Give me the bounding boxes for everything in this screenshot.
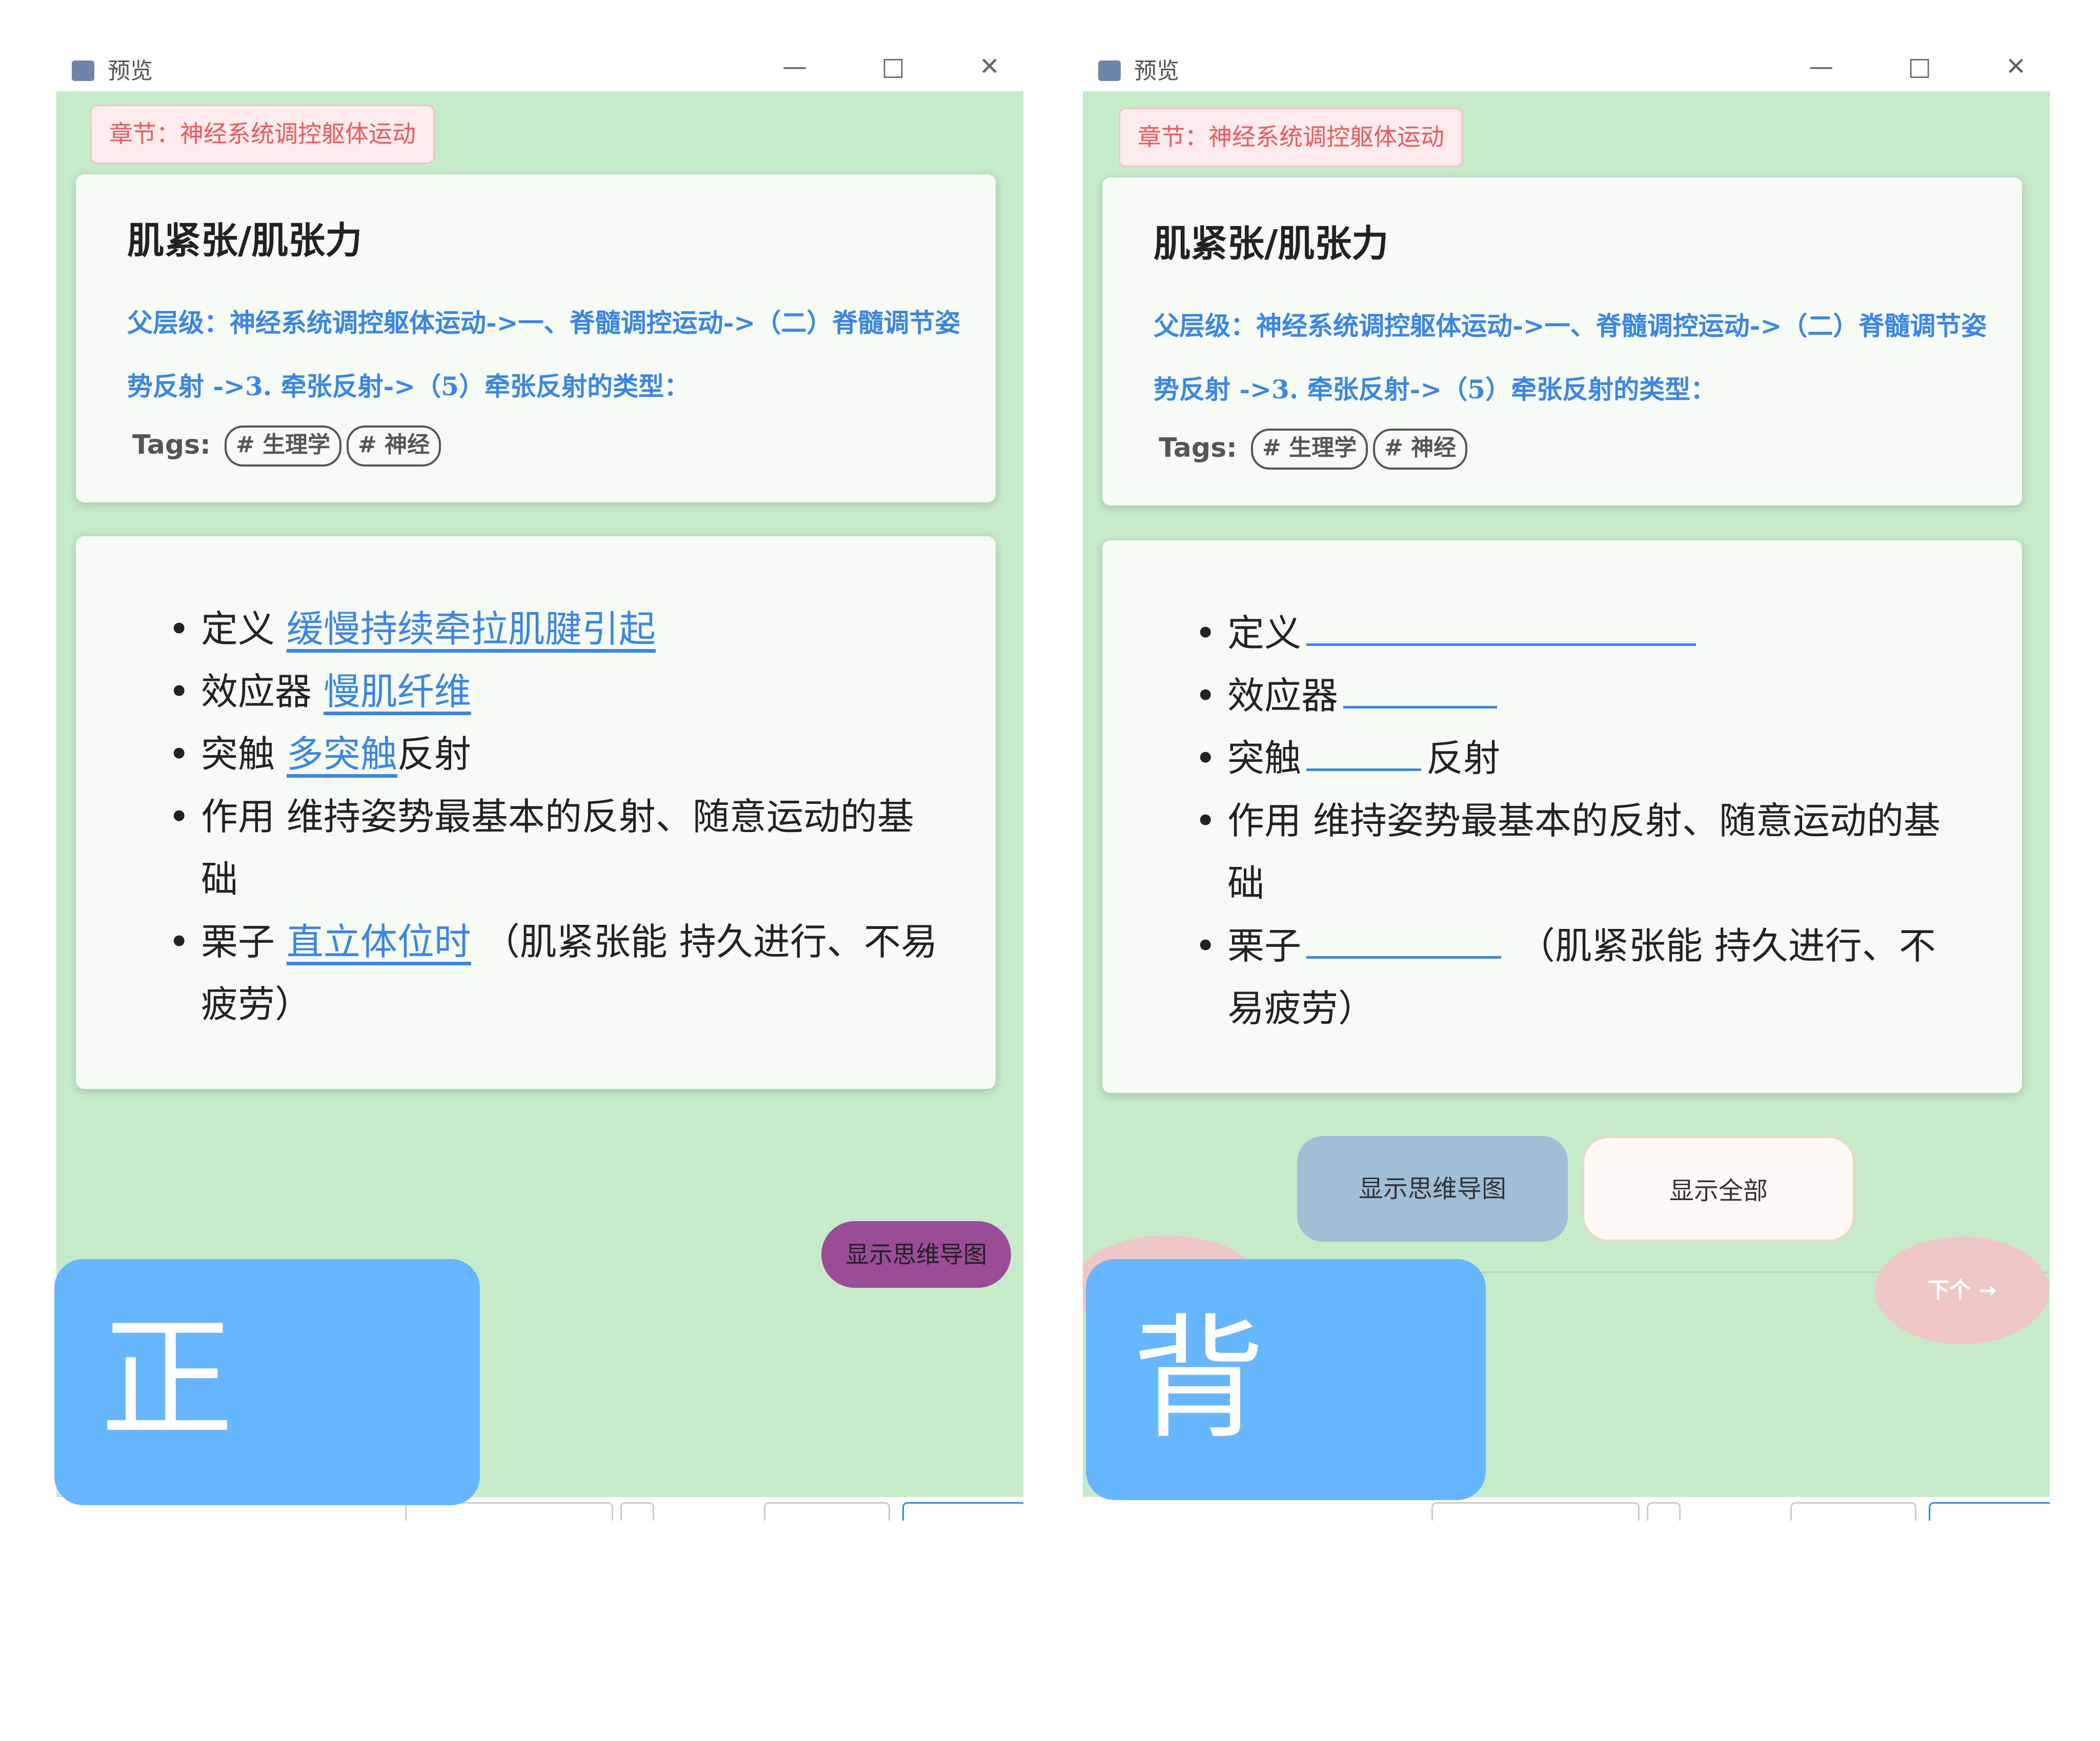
maximize-icon[interactable]: □ [1899, 56, 1940, 91]
answer-text[interactable]: 多突触 [287, 733, 397, 776]
item-suffix: 反射 [397, 733, 471, 776]
item-label: 作用 [201, 795, 275, 838]
item-label: 突触 [1227, 737, 1302, 780]
list-item: • 效应器 [1195, 664, 1969, 727]
maximize-icon[interactable]: □ [873, 56, 914, 91]
parent-prefix: 父层级： [127, 308, 230, 338]
header-card: 肌紧张/肌张力 父层级：神经系统调控躯体运动->一、脊髓调控运动->（二）脊髓调… [1102, 177, 2022, 505]
content-list: • 定义 缓慢持续牵拉肌腱引起 • 效应器 慢肌纤维 • 突触 多突触反射 • 作用 维… [168, 598, 942, 1036]
back-overlay-label: 背面： [1086, 1259, 1486, 1698]
item-label: 定义 [201, 608, 275, 651]
card-title: 肌紧张/肌张力 [1154, 222, 1389, 265]
bottom-button[interactable] [764, 1502, 890, 1521]
header-card: 肌紧张/肌张力 父层级：神经系统调控躯体运动->一、脊髓调控运动->（二）脊髓调… [76, 174, 996, 502]
front-overlay-label: 正面： [54, 1259, 480, 1698]
show-all-button[interactable]: 显示全部 [1582, 1136, 1855, 1242]
chapter-badge: 章节：神经系统调控躯体运动 [1119, 108, 1463, 167]
close-icon[interactable]: ✕ [1995, 56, 2036, 91]
tags-label: Tags: [1159, 433, 1237, 463]
app-icon [1098, 60, 1121, 81]
show-mindmap-button[interactable]: 显示思维导图 [821, 1221, 1011, 1288]
answer-blank[interactable] [1343, 670, 1498, 708]
tag-physiology[interactable]: # 生理学 [1251, 429, 1368, 470]
tag-neuro[interactable]: # 神经 [1373, 429, 1468, 470]
app-icon [72, 60, 94, 81]
parent-path: 父层级：神经系统调控躯体运动->一、脊髓调控运动->（二）脊髓调节姿势反射 ->… [127, 291, 968, 418]
item-suffix: 反射 [1426, 737, 1501, 780]
content-card: • 定义 • 效应器 • 突触 反射 • 作用 维持姿势最基本的反射、随意运动的基础 • 栗… [1102, 540, 2022, 1093]
list-item: • 突触 多突触反射 [168, 733, 471, 776]
list-item: • 作用 维持姿势最基本的反射、随意运动的基础 [1195, 799, 1941, 905]
parent-path-text: 神经系统调控躯体运动->一、脊髓调控运动->（二）脊髓调节姿势反射 ->3. 牵… [1154, 311, 1987, 404]
answer-blank[interactable] [1306, 608, 1697, 646]
tags-label: Tags: [132, 430, 211, 460]
list-item: • 突触 反射 [1195, 727, 1969, 789]
window-title: 预览 [108, 58, 153, 84]
content-card: • 定义 缓慢持续牵拉肌腱引起 • 效应器 慢肌纤维 • 突触 多突触反射 • 作用 维… [76, 536, 996, 1089]
item-label: 效应器 [201, 670, 312, 713]
item-label: 栗子 [1227, 924, 1302, 967]
bottom-button[interactable] [1790, 1502, 1916, 1521]
parent-prefix: 父层级： [1154, 311, 1256, 341]
list-item: • 定义 [1195, 602, 1969, 664]
close-icon[interactable]: ✕ [969, 56, 1010, 91]
next-card-button[interactable]: 下个 → [1875, 1237, 2049, 1344]
answer-text[interactable]: 慢肌纤维 [324, 670, 471, 713]
window-titlebar: 预览 — □ ✕ [56, 56, 1023, 91]
next-label: 下个 [1928, 1278, 1971, 1303]
checkbox[interactable] [1647, 1502, 1681, 1521]
primary-button[interactable] [902, 1502, 1023, 1521]
chapter-badge: 章节：神经系统调控躯体运动 [90, 105, 435, 164]
item-suffix: 维持姿势最基本的反射、随意运动的基础 [201, 795, 914, 901]
minimize-icon[interactable]: — [1801, 56, 1842, 91]
item-label: 作用 [1227, 799, 1302, 842]
bottom-button[interactable] [1431, 1502, 1640, 1521]
list-item: • 效应器 慢肌纤维 [168, 670, 471, 713]
item-label: 定义 [1227, 612, 1302, 655]
content-list: • 定义 • 效应器 • 突触 反射 • 作用 维持姿势最基本的反射、随意运动的基础 • 栗… [1195, 602, 1969, 1040]
list-item: • 定义 缓慢持续牵拉肌腱引起 [168, 608, 656, 651]
item-label: 突触 [201, 733, 275, 776]
show-mindmap-button[interactable]: 显示思维导图 [1297, 1136, 1568, 1242]
tag-physiology[interactable]: # 生理学 [225, 426, 342, 467]
list-item: • 栗子 （肌紧张能 持久进行、不易疲劳） [1195, 915, 1969, 1040]
window-title: 预览 [1134, 58, 1179, 84]
answer-text[interactable]: 直立体位时 [287, 920, 471, 963]
minimize-icon[interactable]: — [774, 56, 815, 91]
answer-blank[interactable] [1306, 733, 1422, 771]
primary-button[interactable] [1929, 1502, 2050, 1521]
parent-path: 父层级：神经系统调控躯体运动->一、脊髓调控运动->（二）脊髓调节姿势反射 ->… [1154, 294, 1994, 421]
parent-path-text: 神经系统调控躯体运动->一、脊髓调控运动->（二）脊髓调节姿势反射 ->3. 牵… [127, 308, 961, 401]
list-item: • 作用 维持姿势最基本的反射、随意运动的基础 [168, 795, 914, 901]
answer-text[interactable]: 缓慢持续牵拉肌腱引起 [287, 608, 656, 651]
checkbox[interactable] [620, 1502, 654, 1521]
window-titlebar: 预览 — □ ✕ [1083, 56, 2050, 91]
tag-neuro[interactable]: # 神经 [347, 426, 441, 467]
item-label: 栗子 [201, 920, 275, 963]
arrow-right-icon: → [1978, 1278, 1996, 1303]
answer-blank[interactable] [1306, 920, 1502, 959]
item-label: 效应器 [1227, 674, 1339, 717]
list-item: • 栗子 直立体位时 （肌紧张能 持久进行、不易疲劳） [168, 920, 938, 1026]
item-suffix: 维持姿势最基本的反射、随意运动的基础 [1227, 799, 1941, 905]
card-title: 肌紧张/肌张力 [127, 219, 362, 262]
